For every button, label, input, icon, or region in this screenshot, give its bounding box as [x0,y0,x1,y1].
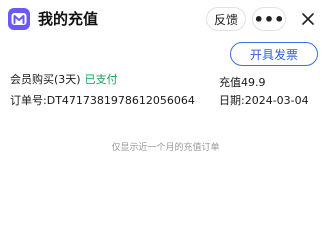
date-line: 日期:2024-03-04 [219,94,309,108]
page-title: 我的充值 [38,10,99,28]
close-button[interactable] [292,7,324,31]
order-item: 会员购买(3天) 已支付 订单号:DT4717381978612056064 充值… [0,70,331,110]
app-logo-icon [8,8,30,30]
amount-line: 充值49.9 [219,76,266,90]
header-bar: 我的充值 反馈 ••• [0,0,331,40]
payment-status: 已支付 [84,73,118,86]
feedback-button[interactable]: 反馈 [206,7,246,31]
date-label: 日期: [219,94,245,107]
issue-invoice-button[interactable]: 开具发票 [230,42,318,66]
more-icon[interactable]: ••• [252,7,286,31]
amount-label: 充值 [219,76,241,89]
date-value: 2024-03-04 [244,94,309,107]
product-name: 会员购买(3天) [10,73,81,86]
order-number-label: 订单号: [10,94,47,107]
footer-note: 仅显示近一个月的充值订单 [111,143,220,153]
recharge-page: 我的充值 反馈 ••• 开具发票 会员购买(3天) 已支付 订单号:DT47173… [0,0,331,248]
order-number: DT4717381978612056064 [46,94,195,107]
order-number-line: 订单号:DT4717381978612056064 [10,94,195,108]
product-line: 会员购买(3天) 已支付 [10,73,118,87]
amount-value: 49.9 [241,76,266,89]
close-icon [302,13,314,25]
